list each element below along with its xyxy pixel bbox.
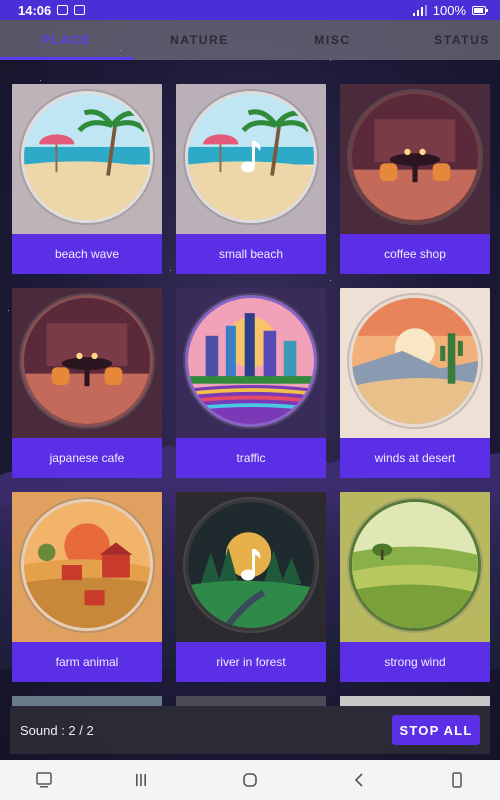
sound-count: Sound : 2 / 2: [20, 722, 94, 738]
card-art: [340, 84, 490, 234]
status-bar: 14:06 100%: [0, 0, 500, 20]
card-label: river in forest: [176, 642, 326, 682]
tab-place[interactable]: PLACE: [0, 20, 133, 60]
card-label: small beach: [176, 234, 326, 274]
card-label: strong wind: [340, 642, 490, 682]
beach-scene-icon: [21, 91, 153, 223]
sound-card-traffic[interactable]: traffic: [176, 288, 326, 478]
farm-scene-icon: [21, 499, 153, 631]
card-art: [176, 288, 326, 438]
playback-panel: Sound : 2 / 2 STOP ALL: [10, 706, 490, 754]
tab-indicator: [0, 57, 133, 60]
card-art: [340, 492, 490, 642]
sound-card-strong-wind[interactable]: strong wind: [340, 492, 490, 682]
recent-apps-icon[interactable]: [131, 770, 151, 790]
system-nav-bar: [0, 760, 500, 800]
card-label: farm animal: [12, 642, 162, 682]
signal-icon: [412, 4, 427, 16]
sound-card-winds-at-desert[interactable]: winds at desert: [340, 288, 490, 478]
sound-card-coffee-shop[interactable]: coffee shop: [340, 84, 490, 274]
cafe-scene-icon: [349, 91, 481, 223]
battery-icon: [472, 5, 488, 15]
screen-recorder-icon[interactable]: [34, 770, 54, 790]
rotate-screen-icon[interactable]: [447, 770, 467, 790]
card-art: [176, 84, 326, 234]
battery-percent: 100%: [432, 2, 466, 18]
tab-misc[interactable]: MISC: [266, 20, 399, 60]
card-label: beach wave: [12, 234, 162, 274]
tab-bar: PLACE NATURE MISC STATUS: [0, 20, 500, 60]
sound-card-small-beach[interactable]: small beach: [176, 84, 326, 274]
image-notification-icon: [57, 5, 69, 15]
card-label: traffic: [176, 438, 326, 478]
card-art: [12, 288, 162, 438]
status-time: 14:06: [18, 2, 52, 18]
music-note-icon: [241, 549, 261, 581]
sound-card-beach-wave[interactable]: beach wave: [12, 84, 162, 274]
sound-card-japanese-cafe[interactable]: japanese cafe: [12, 288, 162, 478]
meadow-scene-icon: [349, 499, 481, 631]
card-art: [12, 84, 162, 234]
city-scene-icon: [185, 295, 317, 427]
sound-card-partial: [12, 696, 162, 706]
sound-card-river-in-forest[interactable]: river in forest: [176, 492, 326, 682]
desert-scene-icon: [349, 295, 481, 427]
card-label: winds at desert: [340, 438, 490, 478]
card-label: coffee shop: [340, 234, 490, 274]
music-note-icon: [241, 141, 261, 173]
card-art: [176, 492, 326, 642]
sound-card-partial: [340, 696, 490, 706]
card-art: [12, 492, 162, 642]
card-art: [340, 288, 490, 438]
back-icon[interactable]: [350, 770, 370, 790]
tab-nature[interactable]: NATURE: [133, 20, 266, 60]
sound-card-partial: [176, 696, 326, 706]
sound-card-farm-animal[interactable]: farm animal: [12, 492, 162, 682]
gallery-notification-icon: [74, 5, 86, 15]
home-icon[interactable]: [240, 770, 260, 790]
stop-all-button[interactable]: STOP ALL: [392, 715, 480, 745]
tab-status[interactable]: STATUS: [399, 20, 500, 60]
cafe-scene-icon: [21, 295, 153, 427]
card-label: japanese cafe: [12, 438, 162, 478]
